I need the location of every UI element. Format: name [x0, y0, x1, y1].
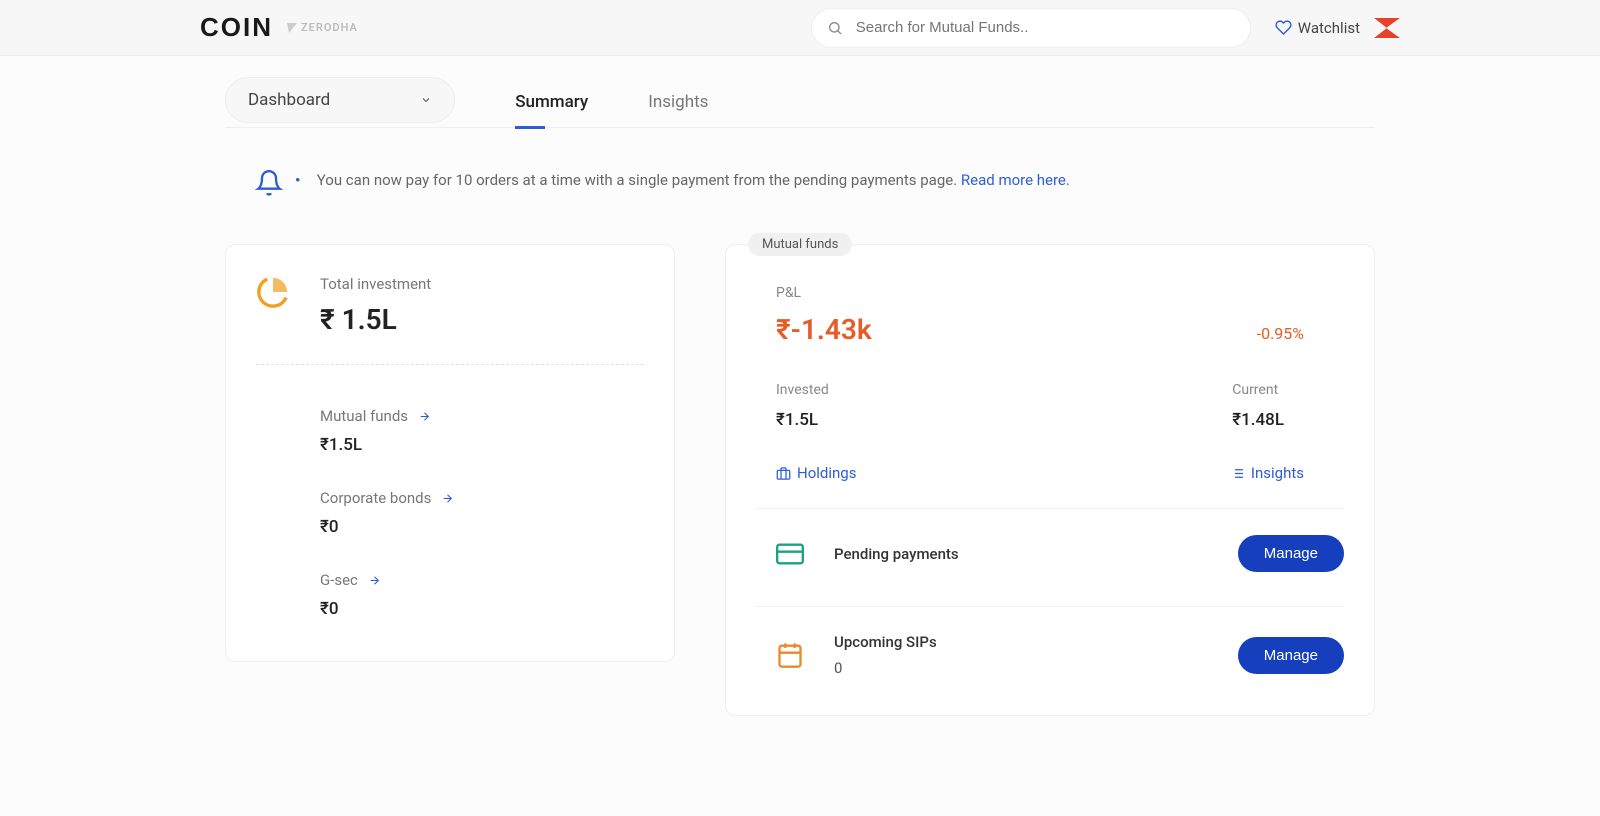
pending-payments-label: Pending payments — [834, 545, 959, 563]
pending-payments-row: Pending payments Manage — [756, 508, 1344, 580]
credit-card-icon — [776, 540, 804, 568]
top-bar: COIN ZERODHA Watchlist — [0, 0, 1600, 56]
kite-logo-icon[interactable] — [1374, 18, 1400, 38]
logo-group: COIN ZERODHA — [200, 12, 358, 43]
search-container — [811, 8, 1251, 48]
bell-icon — [255, 168, 283, 200]
chevron-down-icon — [420, 94, 432, 106]
category-corporate-bonds: Corporate bonds ₹0 — [256, 467, 644, 549]
invested-value: ₹1.5L — [776, 410, 829, 430]
arrow-right-icon — [368, 574, 381, 587]
category-corporate-bonds-value: ₹0 — [320, 517, 644, 537]
insights-link[interactable]: Insights — [1230, 464, 1304, 482]
search-icon — [827, 20, 843, 36]
coin-logo: COIN — [200, 12, 273, 43]
total-investment-label: Total investment — [320, 275, 431, 293]
upcoming-sips-row: Upcoming SIPs 0 Manage — [756, 606, 1344, 685]
arrow-right-icon — [441, 492, 454, 505]
zerodha-mark-icon — [287, 23, 297, 33]
watchlist-link[interactable]: Watchlist — [1275, 19, 1360, 37]
category-mutual-funds-link[interactable]: Mutual funds — [320, 407, 644, 425]
search-input[interactable] — [811, 8, 1251, 48]
category-mutual-funds-value: ₹1.5L — [320, 435, 644, 455]
pnl-percent: -0.95% — [1257, 324, 1344, 343]
pie-chart-icon — [256, 275, 290, 309]
list-icon — [1230, 466, 1245, 481]
tab-summary[interactable]: Summary — [515, 76, 588, 128]
mutual-funds-card: Mutual funds P&L ₹-1.43k -0.95% Invested… — [725, 244, 1375, 716]
category-gsec-value: ₹0 — [320, 599, 644, 619]
current-label: Current — [1232, 382, 1284, 398]
holdings-link[interactable]: Holdings — [776, 464, 856, 482]
category-mutual-funds: Mutual funds ₹1.5L — [256, 385, 644, 467]
current-value: ₹1.48L — [1232, 410, 1284, 430]
total-investment-card: Total investment ₹ 1.5L Mutual funds ₹1.… — [225, 244, 675, 662]
briefcase-icon — [776, 466, 791, 481]
pnl-value: ₹-1.43k — [776, 313, 872, 346]
tab-insights[interactable]: Insights — [648, 76, 708, 128]
upcoming-sips-label: Upcoming SIPs — [834, 633, 937, 651]
arrow-right-icon — [418, 410, 431, 423]
total-investment-value: ₹ 1.5L — [320, 303, 431, 336]
heart-icon — [1275, 19, 1292, 36]
manage-upcoming-sips-button[interactable]: Manage — [1238, 637, 1344, 674]
manage-pending-payments-button[interactable]: Manage — [1238, 535, 1344, 572]
notice-item: You can now pay for 10 orders at a time … — [313, 168, 1070, 192]
category-gsec-link[interactable]: G-sec — [320, 571, 644, 589]
pnl-label: P&L — [776, 285, 1344, 301]
main-container: Dashboard Summary Insights You can now p… — [225, 56, 1375, 776]
calendar-icon — [776, 641, 804, 669]
notice-read-more-link[interactable]: Read more here. — [961, 171, 1070, 189]
category-corporate-bonds-link[interactable]: Corporate bonds — [320, 489, 644, 507]
category-gsec: G-sec ₹0 — [256, 549, 644, 631]
mutual-funds-badge: Mutual funds — [748, 233, 852, 256]
invested-label: Invested — [776, 382, 829, 398]
cards-grid: Total investment ₹ 1.5L Mutual funds ₹1.… — [225, 244, 1375, 716]
notice-banner: You can now pay for 10 orders at a time … — [225, 168, 1375, 200]
upcoming-sips-count: 0 — [834, 659, 937, 677]
dashboard-dropdown[interactable]: Dashboard — [225, 77, 455, 123]
zerodha-logo: ZERODHA — [287, 21, 358, 34]
tabs-row: Dashboard Summary Insights — [225, 76, 1375, 128]
